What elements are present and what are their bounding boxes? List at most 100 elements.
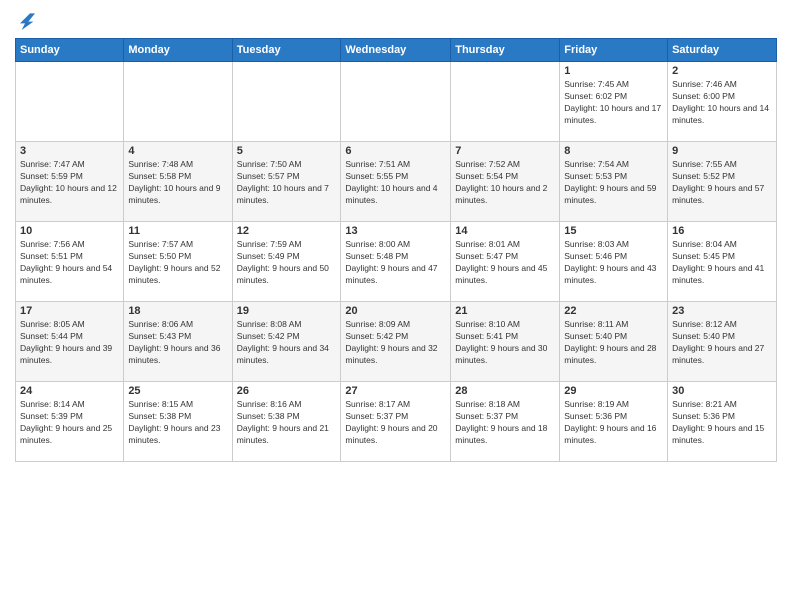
day-info: Sunrise: 7:50 AM Sunset: 5:57 PM Dayligh… [237,159,337,207]
calendar: SundayMondayTuesdayWednesdayThursdayFrid… [15,38,777,462]
day-info: Sunrise: 7:55 AM Sunset: 5:52 PM Dayligh… [672,159,772,207]
calendar-cell: 22 Sunrise: 8:11 AM Sunset: 5:40 PM Dayli… [560,302,668,382]
day-number: 18 [128,305,227,317]
day-info: Sunrise: 8:04 AM Sunset: 5:45 PM Dayligh… [672,239,772,287]
day-info: Sunrise: 8:15 AM Sunset: 5:38 PM Dayligh… [128,399,227,447]
calendar-cell: 1 Sunrise: 7:45 AM Sunset: 6:02 PM Daylig… [560,62,668,142]
day-number: 9 [672,145,772,157]
weekday-header: Tuesday [232,39,341,62]
day-info: Sunrise: 8:09 AM Sunset: 5:42 PM Dayligh… [345,319,446,367]
day-info: Sunrise: 8:00 AM Sunset: 5:48 PM Dayligh… [345,239,446,287]
calendar-cell: 21Sunrise: 8:10 AM Sunset: 5:41 PM Dayli… [451,302,560,382]
day-number: 11 [128,225,227,237]
weekday-header: Wednesday [341,39,451,62]
day-info: Sunrise: 8:03 AM Sunset: 5:46 PM Dayligh… [564,239,663,287]
page: SundayMondayTuesdayWednesdayThursdayFrid… [0,0,792,612]
day-number: 1 [564,65,663,77]
day-number: 10 [20,225,119,237]
day-info: Sunrise: 7:59 AM Sunset: 5:49 PM Dayligh… [237,239,337,287]
day-number: 25 [128,385,227,397]
day-info: Sunrise: 7:57 AM Sunset: 5:50 PM Dayligh… [128,239,227,287]
day-info: Sunrise: 8:11 AM Sunset: 5:40 PM Dayligh… [564,319,663,367]
day-number: 4 [128,145,227,157]
day-info: Sunrise: 8:12 AM Sunset: 5:40 PM Dayligh… [672,319,772,367]
calendar-cell: 10 Sunrise: 7:56 AM Sunset: 5:51 PM Dayli… [16,222,124,302]
calendar-week-row: 17Sunrise: 8:05 AM Sunset: 5:44 PM Dayli… [16,302,777,382]
calendar-cell: 16 Sunrise: 8:04 AM Sunset: 5:45 PM Dayli… [668,222,777,302]
day-number: 29 [564,385,663,397]
calendar-cell: 12Sunrise: 7:59 AM Sunset: 5:49 PM Dayli… [232,222,341,302]
day-info: Sunrise: 8:19 AM Sunset: 5:36 PM Dayligh… [564,399,663,447]
day-number: 19 [237,305,337,317]
calendar-cell [124,62,232,142]
calendar-header: SundayMondayTuesdayWednesdayThursdayFrid… [16,39,777,62]
calendar-cell: 11 Sunrise: 7:57 AM Sunset: 5:50 PM Dayli… [124,222,232,302]
weekday-header: Thursday [451,39,560,62]
day-number: 22 [564,305,663,317]
calendar-cell: 23Sunrise: 8:12 AM Sunset: 5:40 PM Dayli… [668,302,777,382]
calendar-cell: 18 Sunrise: 8:06 AM Sunset: 5:43 PM Dayli… [124,302,232,382]
header [15,10,777,30]
calendar-cell: 9 Sunrise: 7:55 AM Sunset: 5:52 PM Daylig… [668,142,777,222]
calendar-cell: 28Sunrise: 8:18 AM Sunset: 5:37 PM Dayli… [451,382,560,462]
day-info: Sunrise: 7:56 AM Sunset: 5:51 PM Dayligh… [20,239,119,287]
day-number: 7 [455,145,555,157]
day-number: 30 [672,385,772,397]
calendar-cell: 5 Sunrise: 7:50 AM Sunset: 5:57 PM Daylig… [232,142,341,222]
day-number: 2 [672,65,772,77]
day-info: Sunrise: 8:01 AM Sunset: 5:47 PM Dayligh… [455,239,555,287]
day-number: 16 [672,225,772,237]
day-info: Sunrise: 8:08 AM Sunset: 5:42 PM Dayligh… [237,319,337,367]
day-info: Sunrise: 7:54 AM Sunset: 5:53 PM Dayligh… [564,159,663,207]
calendar-cell [341,62,451,142]
calendar-week-row: 24 Sunrise: 8:14 AM Sunset: 5:39 PM Dayli… [16,382,777,462]
day-info: Sunrise: 8:18 AM Sunset: 5:37 PM Dayligh… [455,399,555,447]
day-number: 13 [345,225,446,237]
weekday-header: Monday [124,39,232,62]
day-number: 5 [237,145,337,157]
logo-icon [15,10,35,30]
calendar-cell: 19 Sunrise: 8:08 AM Sunset: 5:42 PM Dayli… [232,302,341,382]
calendar-cell: 25 Sunrise: 8:15 AM Sunset: 5:38 PM Dayli… [124,382,232,462]
day-info: Sunrise: 8:10 AM Sunset: 5:41 PM Dayligh… [455,319,555,367]
day-info: Sunrise: 8:17 AM Sunset: 5:37 PM Dayligh… [345,399,446,447]
calendar-week-row: 1 Sunrise: 7:45 AM Sunset: 6:02 PM Daylig… [16,62,777,142]
day-info: Sunrise: 7:48 AM Sunset: 5:58 PM Dayligh… [128,159,227,207]
day-info: Sunrise: 8:16 AM Sunset: 5:38 PM Dayligh… [237,399,337,447]
calendar-cell: 26 Sunrise: 8:16 AM Sunset: 5:38 PM Dayli… [232,382,341,462]
day-info: Sunrise: 7:51 AM Sunset: 5:55 PM Dayligh… [345,159,446,207]
logo [15,10,37,30]
day-number: 14 [455,225,555,237]
day-info: Sunrise: 7:45 AM Sunset: 6:02 PM Dayligh… [564,79,663,127]
day-info: Sunrise: 8:21 AM Sunset: 5:36 PM Dayligh… [672,399,772,447]
day-number: 20 [345,305,446,317]
calendar-cell: 13 Sunrise: 8:00 AM Sunset: 5:48 PM Dayli… [341,222,451,302]
calendar-body: 1 Sunrise: 7:45 AM Sunset: 6:02 PM Daylig… [16,62,777,462]
day-info: Sunrise: 8:06 AM Sunset: 5:43 PM Dayligh… [128,319,227,367]
day-number: 24 [20,385,119,397]
day-number: 15 [564,225,663,237]
calendar-week-row: 3Sunrise: 7:47 AM Sunset: 5:59 PM Daylig… [16,142,777,222]
calendar-cell: 15 Sunrise: 8:03 AM Sunset: 5:46 PM Dayli… [560,222,668,302]
day-info: Sunrise: 8:05 AM Sunset: 5:44 PM Dayligh… [20,319,119,367]
calendar-cell: 8 Sunrise: 7:54 AM Sunset: 5:53 PM Daylig… [560,142,668,222]
day-info: Sunrise: 7:52 AM Sunset: 5:54 PM Dayligh… [455,159,555,207]
calendar-cell: 6 Sunrise: 7:51 AM Sunset: 5:55 PM Daylig… [341,142,451,222]
day-number: 26 [237,385,337,397]
weekday-header: Sunday [16,39,124,62]
calendar-cell: 2 Sunrise: 7:46 AM Sunset: 6:00 PM Daylig… [668,62,777,142]
calendar-cell: 7 Sunrise: 7:52 AM Sunset: 5:54 PM Daylig… [451,142,560,222]
calendar-cell: 17Sunrise: 8:05 AM Sunset: 5:44 PM Dayli… [16,302,124,382]
calendar-cell: 14 Sunrise: 8:01 AM Sunset: 5:47 PM Dayli… [451,222,560,302]
day-number: 8 [564,145,663,157]
calendar-cell [451,62,560,142]
weekday-row: SundayMondayTuesdayWednesdayThursdayFrid… [16,39,777,62]
day-info: Sunrise: 7:47 AM Sunset: 5:59 PM Dayligh… [20,159,119,207]
day-info: Sunrise: 7:46 AM Sunset: 6:00 PM Dayligh… [672,79,772,127]
day-number: 6 [345,145,446,157]
day-info: Sunrise: 8:14 AM Sunset: 5:39 PM Dayligh… [20,399,119,447]
calendar-cell [16,62,124,142]
weekday-header: Friday [560,39,668,62]
calendar-week-row: 10 Sunrise: 7:56 AM Sunset: 5:51 PM Dayli… [16,222,777,302]
calendar-cell: 4 Sunrise: 7:48 AM Sunset: 5:58 PM Daylig… [124,142,232,222]
